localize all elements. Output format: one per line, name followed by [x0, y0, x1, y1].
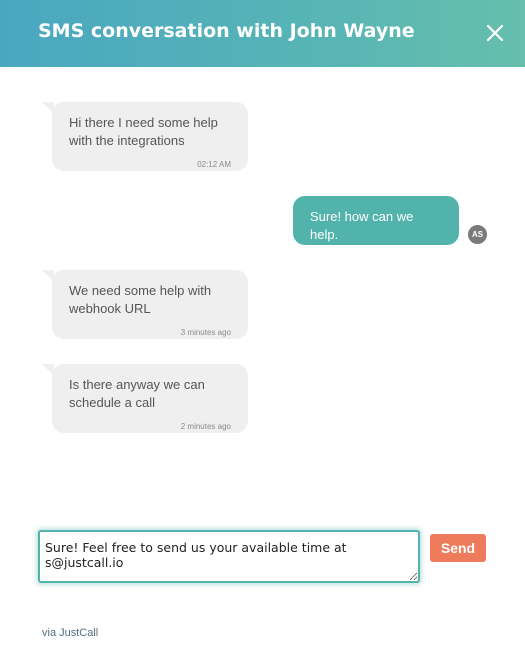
dialog-header: SMS conversation with John Wayne — [0, 0, 525, 67]
message-timestamp: 38 minutes ago — [387, 252, 442, 261]
message-timestamp: 2 minutes ago — [180, 422, 231, 431]
sms-conversation-dialog: SMS conversation with John Wayne Hi ther… — [0, 0, 525, 659]
close-button[interactable] — [480, 18, 510, 48]
message-text: Sure! how can we help. — [310, 209, 414, 242]
message-text: Hi there I need some help with the integ… — [69, 115, 218, 148]
message-list[interactable]: Hi there I need some help with the integ… — [0, 67, 525, 507]
footer-text: via JustCall — [42, 627, 99, 639]
message-timestamp: 02:12 AM — [197, 160, 231, 169]
message-input[interactable]: Sure! Feel free to send us your availabl… — [38, 530, 420, 583]
dialog-title: SMS conversation with John Wayne — [38, 20, 415, 42]
incoming-message: Hi there I need some help with the integ… — [52, 102, 248, 171]
incoming-message: Is there anyway we can schedule a call 2… — [52, 364, 248, 433]
outgoing-message: Sure! how can we help. 38 minutes ago — [293, 196, 459, 261]
message-text: We need some help with webhook URL — [69, 283, 212, 316]
close-icon — [486, 24, 504, 42]
message-timestamp: 3 minutes ago — [180, 328, 231, 337]
message-text: Is there anyway we can schedule a call — [69, 377, 205, 410]
incoming-message: We need some help with webhook URL 3 min… — [52, 270, 248, 339]
avatar: AS — [467, 224, 488, 245]
send-button[interactable]: Send — [430, 534, 486, 562]
